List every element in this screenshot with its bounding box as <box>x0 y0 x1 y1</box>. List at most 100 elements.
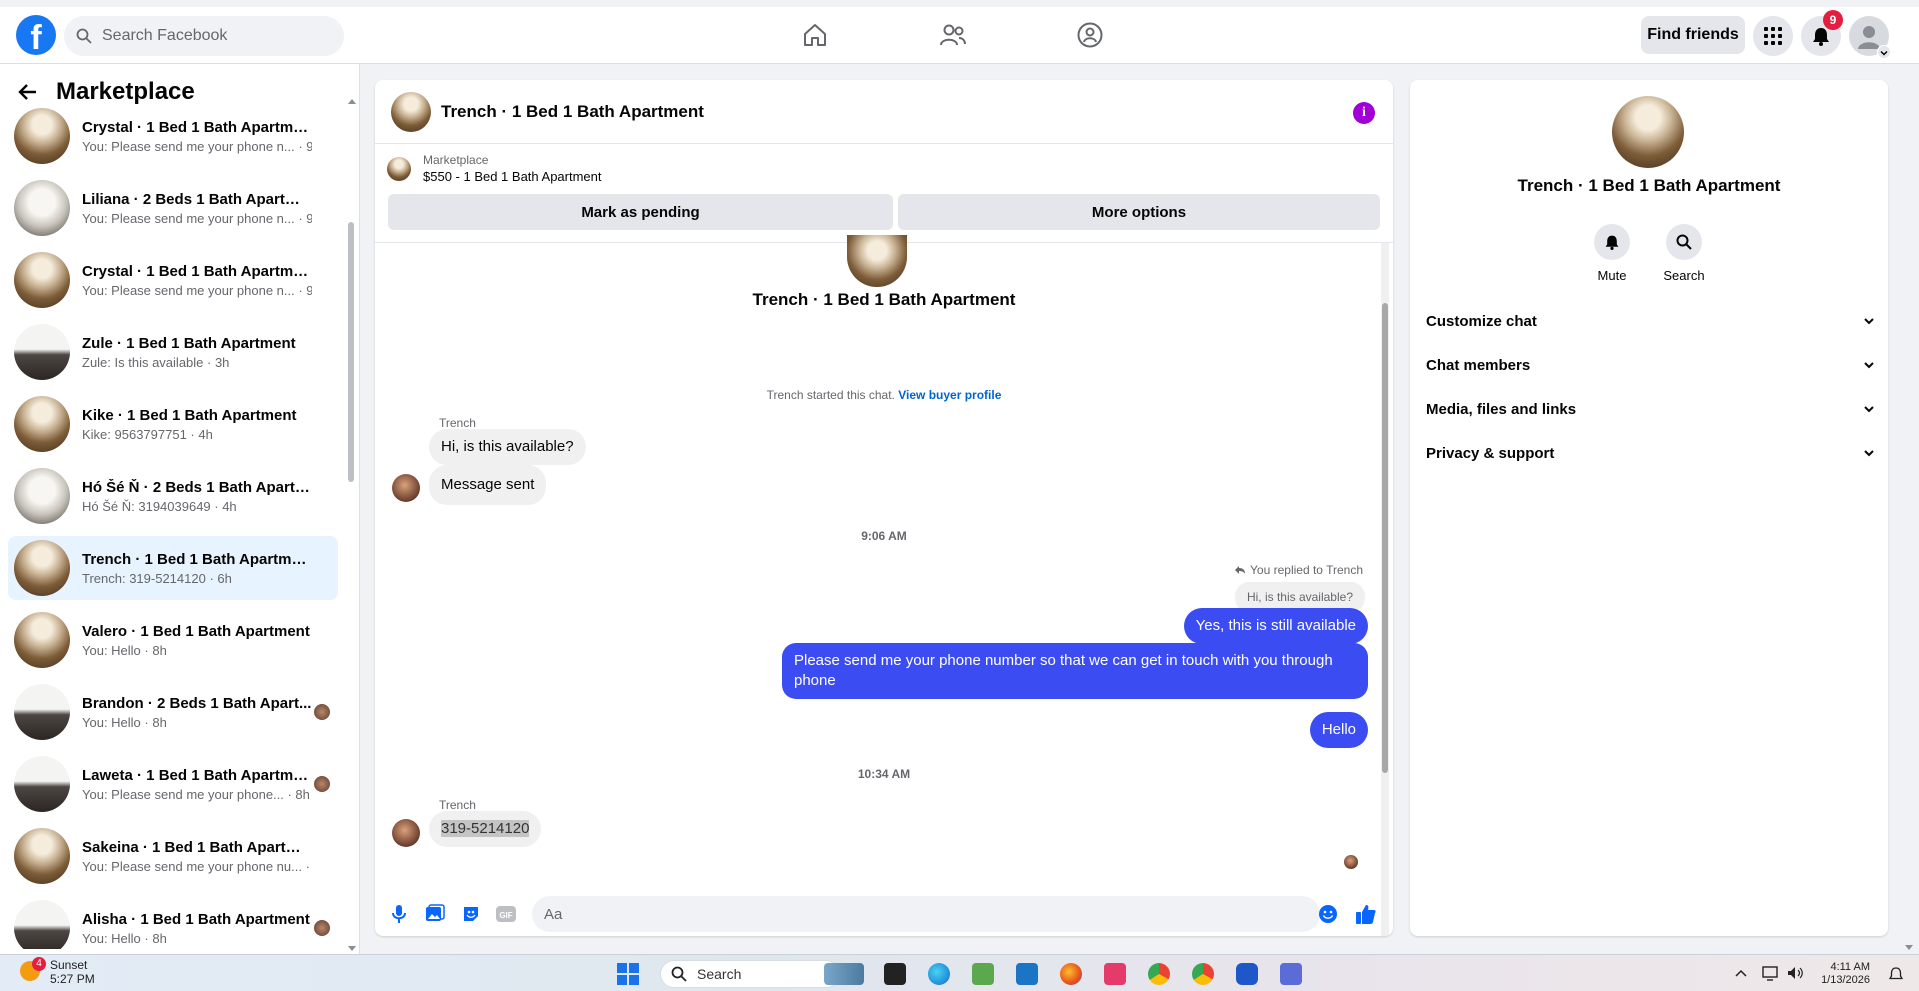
groups-icon[interactable] <box>1074 19 1106 51</box>
conversation-text: Crystal · 1 Bed 1 Bath Apartment You: Ple… <box>82 263 312 298</box>
view-buyer-profile-link[interactable]: View buyer profile <box>898 388 1001 402</box>
mute-button[interactable]: Mute <box>1577 224 1647 283</box>
conversation-item[interactable]: Crystal · 1 Bed 1 Bath Apartment You: Ple… <box>8 104 338 168</box>
incoming-message[interactable]: Hi, is this available? <box>429 429 586 465</box>
sender-avatar[interactable] <box>392 474 420 502</box>
sender-avatar[interactable] <box>392 819 420 847</box>
shield-app-icon[interactable] <box>1236 963 1258 985</box>
gif-icon[interactable]: GIF <box>494 902 518 926</box>
conversation-item[interactable]: Brandon · 2 Beds 1 Bath Apart... You: Hel… <box>8 680 338 744</box>
snipping-app-icon[interactable] <box>1104 963 1126 985</box>
chevron-up-icon[interactable] <box>1735 968 1747 978</box>
selected-phone-number[interactable]: 319-5214120 <box>441 820 530 837</box>
network-icon[interactable] <box>1762 965 1780 981</box>
conversation-thumbnail <box>14 828 70 884</box>
search-conversation-button[interactable]: Search <box>1649 224 1719 283</box>
outgoing-message[interactable]: Hello <box>1309 712 1368 748</box>
search-box[interactable]: Search Facebook <box>64 16 344 56</box>
account-chevron-icon[interactable] <box>1877 45 1891 59</box>
chrome-profile-app-icon[interactable] <box>1192 963 1214 985</box>
top-navigation-bar: f Search Facebook Find friends 9 <box>0 0 1919 64</box>
bell-icon[interactable] <box>1594 224 1630 260</box>
search-icon[interactable] <box>1666 224 1702 260</box>
windows-taskbar: 4 Sunset 5:27 PM Search 4:11 AM 1/13/202… <box>0 954 1919 991</box>
conversation-preview: You: Hello · 8h <box>82 930 167 946</box>
terminal-app-icon[interactable] <box>884 963 906 985</box>
chat-scrollbar-thumb[interactable] <box>1382 303 1388 773</box>
conversation-item[interactable]: Zule · 1 Bed 1 Bath Apartment Zule: Is th… <box>8 320 338 384</box>
section-customize-chat[interactable]: Customize chat <box>1426 303 1876 339</box>
chart-app-icon[interactable] <box>972 963 994 985</box>
sender-name: Trench <box>439 798 476 812</box>
section-chat-members[interactable]: Chat members <box>1426 347 1876 383</box>
mark-pending-button[interactable]: Mark as pending <box>388 194 893 230</box>
friends-icon[interactable] <box>937 19 969 51</box>
info-icon[interactable]: i <box>1353 102 1375 124</box>
more-options-button[interactable]: More options <box>898 194 1380 230</box>
conversation-item[interactable]: Hó Šé Ň · 2 Beds 1 Bath Apartm... Hó Šé Ň… <box>8 464 338 528</box>
conversation-item[interactable]: Laweta · 1 Bed 1 Bath Apartme... You: Ple… <box>8 752 338 816</box>
conversation-item[interactable]: Alisha · 1 Bed 1 Bath Apartment You: Hell… <box>8 896 338 949</box>
chat-scrollbar[interactable] <box>1381 243 1389 936</box>
thumbs-up-icon[interactable] <box>1354 902 1378 926</box>
home-icon[interactable] <box>799 19 831 51</box>
chat-panel: Trench · 1 Bed 1 Bath Apartment i Market… <box>375 80 1393 936</box>
conversation-name: Brandon · 2 Beds 1 Bath Apart... <box>82 694 312 712</box>
conversation-text: Brandon · 2 Beds 1 Bath Apart... You: Hel… <box>82 695 312 730</box>
marketplace-listing[interactable]: Marketplace $550 - 1 Bed 1 Bath Apartmen… <box>387 153 602 184</box>
taskbar-search-label: Search <box>697 966 742 982</box>
photo-icon[interactable] <box>423 902 447 926</box>
section-media-files[interactable]: Media, files and links <box>1426 391 1876 427</box>
conversation-item[interactable]: Sakeina · 1 Bed 1 Bath Apartment You: Ple… <box>8 824 338 888</box>
find-friends-button[interactable]: Find friends <box>1641 16 1745 54</box>
search-input[interactable]: Search Facebook <box>102 27 227 45</box>
menu-grid-icon[interactable] <box>1753 16 1793 56</box>
conversation-item[interactable]: Kike · 1 Bed 1 Bath Apartment Kike: 95637… <box>8 392 338 456</box>
notification-center-icon[interactable] <box>1888 966 1904 982</box>
windows-start-icon[interactable] <box>617 963 639 985</box>
conversation-thumbnail <box>14 900 70 949</box>
conversation-text: Laweta · 1 Bed 1 Bath Apartme... You: Ple… <box>82 767 312 802</box>
sticker-icon[interactable] <box>459 902 483 926</box>
reply-label: You replied to Trench <box>1250 563 1363 577</box>
game-app-icon[interactable] <box>1280 963 1302 985</box>
conversation-item[interactable]: Trench · 1 Bed 1 Bath Apartment Trench: 3… <box>8 536 338 600</box>
system-clock[interactable]: 4:11 AM 1/13/2026 <box>1810 961 1870 987</box>
sidebar-scrollbar[interactable] <box>348 222 354 482</box>
chat-title[interactable]: Trench · 1 Bed 1 Bath Apartment <box>441 102 704 122</box>
outgoing-message[interactable]: Please send me your phone number so that… <box>782 643 1368 699</box>
outgoing-message[interactable]: Yes, this is still available <box>1183 608 1368 644</box>
clock-time: 4:11 AM <box>1830 961 1870 973</box>
page-scrollbar-track[interactable] <box>1900 64 1919 954</box>
script-app-icon[interactable] <box>1016 963 1038 985</box>
conversation-list: Crystal · 1 Bed 1 Bath Apartment You: Ple… <box>8 104 338 949</box>
section-privacy-support[interactable]: Privacy & support <box>1426 435 1876 471</box>
mute-label: Mute <box>1597 268 1627 283</box>
incoming-message[interactable]: Message sent <box>429 465 547 505</box>
message-composer: GIF Aa <box>375 892 1393 936</box>
weather-widget[interactable]: Sunset 5:27 PM <box>50 958 95 986</box>
message-input[interactable]: Aa <box>532 896 1320 932</box>
emoji-icon[interactable] <box>1316 902 1340 926</box>
conversation-thumbnail <box>14 540 70 596</box>
incoming-message[interactable]: 319-5214120 <box>429 811 542 847</box>
volume-icon[interactable] <box>1786 965 1804 981</box>
conversation-text: Liliana · 2 Beds 1 Bath Apartment You: Pl… <box>82 191 312 226</box>
conversation-preview: You: Please send me your phone... · 8h <box>82 786 310 802</box>
weather-time: 5:27 PM <box>50 972 95 986</box>
microphone-icon[interactable] <box>387 902 411 926</box>
chat-thumbnail[interactable] <box>391 91 431 132</box>
chrome-app-icon[interactable] <box>1148 963 1170 985</box>
conversation-item[interactable]: Liliana · 2 Beds 1 Bath Apartment You: Pl… <box>8 176 338 240</box>
firefox-app-icon[interactable] <box>1060 963 1082 985</box>
conversation-item[interactable]: Crystal · 1 Bed 1 Bath Apartment You: Ple… <box>8 248 338 312</box>
taskbar-search[interactable]: Search <box>660 960 840 988</box>
edge-app-icon[interactable] <box>928 963 950 985</box>
marketplace-label: Marketplace <box>423 153 489 167</box>
scroll-up-icon[interactable] <box>348 92 356 110</box>
file-explorer-app-icon[interactable] <box>824 963 864 985</box>
page-scroll-down-icon[interactable] <box>1905 944 1913 952</box>
listing-title: $550 - 1 Bed 1 Bath Apartment <box>423 169 602 184</box>
conversation-item[interactable]: Valero · 1 Bed 1 Bath Apartment You: Hell… <box>8 608 338 672</box>
facebook-logo[interactable]: f <box>16 15 56 55</box>
